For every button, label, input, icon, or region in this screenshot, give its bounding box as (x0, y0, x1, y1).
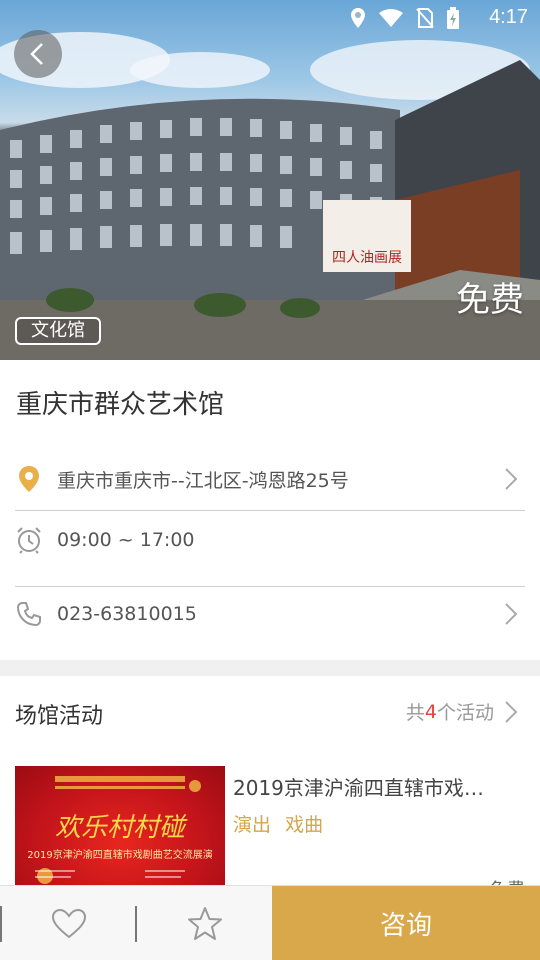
no-sim-icon (416, 8, 434, 28)
more-prefix: 共 (405, 702, 425, 724)
hours-text: 09:00 ~ 17:00 (57, 529, 195, 551)
consult-button[interactable]: 咨询 (272, 886, 540, 960)
wifi-icon (379, 9, 403, 27)
location-icon (351, 8, 365, 28)
venue-name: 重庆市群众艺术馆 (16, 390, 225, 420)
activity-tag: 演出 (233, 814, 272, 836)
activity-count: 4 (424, 700, 437, 723)
chevron-left-icon (30, 43, 43, 65)
category-tag: 文化馆 (15, 317, 101, 345)
more-suffix: 个活动 (436, 702, 494, 724)
price-tag: 免费 (456, 280, 524, 320)
thumb-text-2: 2019京津沪渝四直辖市戏剧曲艺交流展演 (27, 848, 212, 861)
phone-row[interactable]: 023-63810015 (15, 576, 525, 652)
divider (0, 906, 2, 942)
divider (135, 906, 137, 942)
collect-button[interactable] (176, 902, 234, 946)
activity-card[interactable]: 欢乐村村碰 2019京津沪渝四直辖市戏剧曲艺交流展演 2019京津沪渝四直辖市戏… (15, 766, 525, 901)
activity-tags: 演出 戏曲 (233, 810, 331, 837)
heart-icon (51, 908, 87, 939)
hero-image: 四人油画展 4:17 免费 文化馆 (0, 0, 540, 360)
activity-thumbnail: 欢乐村村碰 2019京津沪渝四直辖市戏剧曲艺交流展演 (15, 766, 225, 896)
hours-row: 09:00 ~ 17:00 (15, 502, 525, 578)
map-pin-icon (19, 466, 39, 492)
status-time: 4:17 (489, 6, 528, 28)
alarm-clock-icon (17, 527, 41, 554)
star-icon (188, 907, 222, 940)
activity-title: 2019京津沪渝四直辖市戏… (233, 776, 484, 800)
section-spacer (0, 660, 540, 676)
chevron-right-icon (505, 468, 518, 490)
bottom-bar: 咨询 (0, 885, 540, 960)
chevron-right-icon (505, 700, 518, 723)
section-title: 场馆活动 (15, 704, 104, 729)
chevron-right-icon (505, 603, 518, 625)
phone-text: 023-63810015 (57, 603, 197, 625)
battery-icon (447, 7, 459, 29)
thumb-text-1: 欢乐村村碰 (55, 813, 188, 843)
sign-text: 四人油画展 (332, 250, 402, 266)
status-bar: 4:17 (0, 0, 540, 36)
address-text: 重庆市重庆市--江北区-鸿恩路25号 (57, 469, 349, 492)
activity-tag: 戏曲 (285, 814, 324, 836)
phone-icon (16, 602, 41, 627)
back-button[interactable] (14, 30, 62, 78)
favorite-button[interactable] (40, 902, 98, 946)
activities-more-link[interactable]: 共 4 个活动 (406, 698, 522, 725)
